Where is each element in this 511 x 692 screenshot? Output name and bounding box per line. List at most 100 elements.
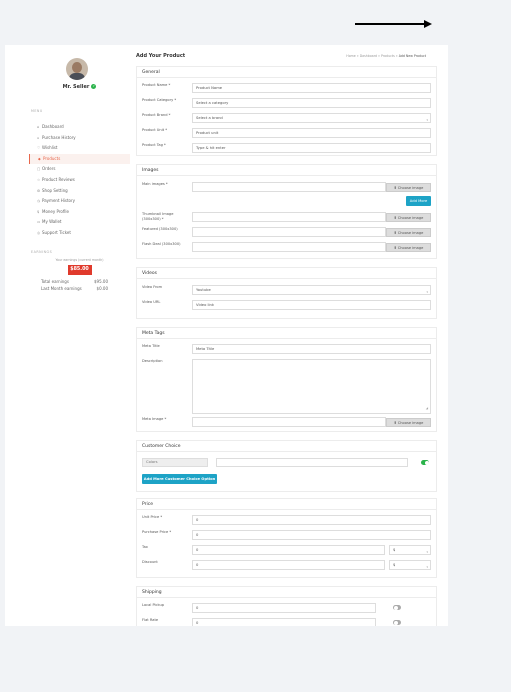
discount-type-value: $ [393,563,396,567]
flat-rate-row: Flat Rate 0 [142,618,431,626]
video-url-label: Video URL [142,300,161,304]
meta-image-row: Meta Image * ⬆ Choose image [142,417,431,428]
meta-title-input[interactable]: Meta Title [192,344,431,354]
meta-image-choose-button[interactable]: ⬆ Choose image [386,417,431,427]
product-category-select[interactable]: Select a category [192,98,431,108]
purchase-price-input[interactable]: 0 [192,530,431,540]
video-from-value: Youtube [196,288,211,292]
sidebar-item-shop-setting[interactable]: ⚙ Shop Setting [29,186,130,197]
choice-values-input[interactable] [216,458,408,467]
product-tag-input[interactable]: Type & hit enter [192,143,431,153]
product-brand-select[interactable]: Select a brand ▾ [192,113,431,123]
breadcrumb-dashboard[interactable]: Dashboard [360,54,377,58]
local-pickup-label: Local Pickup [142,603,165,607]
sidebar-item-my-wallet[interactable]: ▭ My Wallet [29,217,130,228]
video-url-input[interactable]: Video link [192,300,431,310]
sidebar-item-support-ticket[interactable]: ◎ Support Ticket [29,228,130,239]
discount-input[interactable]: 0 [192,560,385,570]
add-customer-choice-button[interactable]: Add More Customer Choice Option [142,474,217,484]
unit-price-row: Unit Price * 0 [142,515,431,526]
total-earnings-row: Total earnings $95.00 [29,279,130,284]
sidebar-item-label: Dashboard [42,124,64,129]
discount-type-select[interactable]: $ ▾ [389,560,431,570]
meta-image-file-input[interactable] [192,417,386,427]
meta-tags-card-title: Meta Tags [137,328,436,339]
flat-rate-label: Flat Rate [142,618,159,622]
sidebar-item-payment-history[interactable]: ◷ Payment History [29,196,130,207]
sidebar-item-money-profile[interactable]: $ Money Profile [29,207,130,218]
thumbnail-file-input[interactable] [192,212,386,222]
earnings-amount-badge: $85.00 [67,265,92,275]
product-name-label: Product Name * [142,83,171,87]
menu-section-label: MENU [31,109,43,113]
avatar [66,58,88,80]
local-pickup-input[interactable]: 0 [192,603,376,613]
main-images-file-input[interactable] [192,182,386,192]
featured-file-input[interactable] [192,227,386,237]
product-unit-input[interactable]: Product unit [192,128,431,138]
choice-toggle[interactable] [421,460,429,465]
breadcrumb: Home » Dashboard » Products » Add New Pr… [346,54,426,58]
general-card: General Product Name * Product Name Prod… [136,66,437,156]
thumbnail-choose-button[interactable]: ⬆ Choose image [386,212,431,222]
featured-choose-button[interactable]: ⬆ Choose image [386,227,431,237]
product-category-label: Product Category * [142,98,177,102]
page-title: Add Your Product [136,53,186,59]
sidebar-item-dashboard[interactable]: ⌂ Dashboard [29,122,130,133]
breadcrumb-products[interactable]: Products [381,54,395,58]
last-month-row: Last Month earnings $0.00 [29,286,130,291]
video-from-select[interactable]: Youtube ▾ [192,285,431,295]
featured-row: Featured (300x300) ⬆ Choose image [142,227,431,238]
product-brand-value: Select a brand [196,116,223,120]
sidebar-item-label: Payment History [42,198,76,204]
sidebar-menu: ⌂ Dashboard ▫ Purchase History ♡ Wishlist ◆… [29,122,130,239]
chevron-down-icon: ▾ [426,290,428,294]
sidebar-item-purchase-history[interactable]: ▫ Purchase History [29,133,130,144]
discount-row: Discount 0 $ ▾ [142,560,431,571]
product-unit-label: Product Unit * [142,128,168,132]
add-more-images-button[interactable]: Add More [406,196,431,206]
local-pickup-row: Local Pickup 0 [142,603,431,614]
tax-input[interactable]: 0 [192,545,385,555]
meta-tags-card: Meta Tags Meta Title Meta Title Descript… [136,327,437,432]
flash-deal-choose-button[interactable]: ⬆ Choose image [386,242,431,252]
images-card: Images Main images * ⬆ Choose image Add … [136,164,437,259]
tax-label: Tax [142,545,148,549]
last-month-value: $0.00 [96,286,108,291]
flash-deal-row: Flash Deal (300x300) ⬆ Choose image [142,242,431,253]
breadcrumb-current: Add New Product [398,54,426,58]
flat-rate-toggle[interactable] [393,620,401,625]
shipping-card-title: Shipping [137,587,436,598]
price-card: Price Unit Price * 0 Purchase Price * 0 … [136,498,437,578]
breadcrumb-home[interactable]: Home [346,54,355,58]
shipping-card: Shipping Local Pickup 0 Flat Rate 0 [136,586,437,626]
featured-label: Featured (300x300) [142,227,178,231]
sidebar-item-orders[interactable]: ▢ Orders [29,164,130,175]
verified-icon: ✓ [91,84,97,89]
description-textarea[interactable]: ◢ [192,359,431,414]
tax-type-select[interactable]: $ ▾ [389,545,431,555]
purchase-price-label: Purchase Price * [142,530,172,534]
local-pickup-toggle[interactable] [393,605,401,610]
images-card-title: Images [137,165,436,176]
earnings-panel: Your earnings (current month) $85.00 Tot… [29,258,130,291]
videos-card: Videos Video From Youtube ▾ Video URL Vid… [136,267,437,319]
sidebar-item-label: Orders [42,166,56,172]
sidebar-item-product-reviews[interactable]: ☆ Product Reviews [29,175,130,186]
sidebar-item-label: Products [43,155,61,161]
product-category-row: Product Category * Select a category [142,98,431,109]
sidebar-item-label: Shop Setting [42,187,68,193]
sidebar-item-label: Product Reviews [42,176,75,182]
product-brand-row: Product Brand * Select a brand ▾ [142,113,431,124]
sidebar-item-products[interactable]: ◆ Products [29,153,130,165]
arrow-right-icon [355,20,432,28]
flash-deal-file-input[interactable] [192,242,386,252]
product-name-input[interactable]: Product Name [192,83,431,93]
flash-deal-label: Flash Deal (300x300) [142,242,181,246]
unit-price-input[interactable]: 0 [192,515,431,525]
main-images-choose-button[interactable]: ⬆ Choose image [386,182,431,192]
tax-row: Tax 0 $ ▾ [142,545,431,556]
product-name-row: Product Name * Product Name [142,83,431,94]
sidebar-item-wishlist[interactable]: ♡ Wishlist [29,143,130,154]
flat-rate-input[interactable]: 0 [192,618,376,626]
